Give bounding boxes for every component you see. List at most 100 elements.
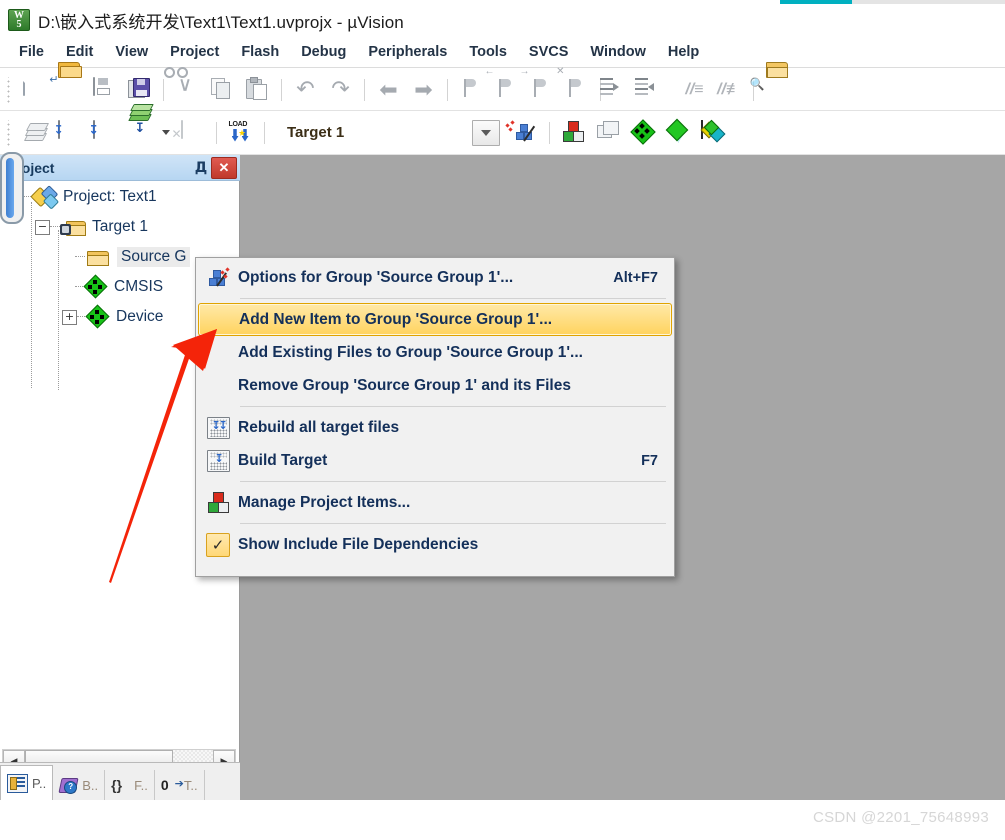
undo-button[interactable]: ↶ — [288, 73, 323, 107]
save-button[interactable] — [87, 73, 122, 107]
build-button[interactable]: ↧ — [52, 116, 87, 150]
tab-templates[interactable]: 0 ➔ T.. — [155, 770, 205, 800]
title-bar: W5 D:\嵌入式系统开发\Text1\Text1.uvprojx - µVis… — [0, 4, 1005, 36]
tree-label: Source G — [117, 247, 191, 267]
app-icon-glyph: W5 — [14, 10, 24, 30]
find-in-files-button[interactable]: 🔍 — [750, 61, 795, 107]
tree-connector — [75, 256, 85, 258]
scrollbar-thumb[interactable] — [6, 158, 14, 218]
load-download-icon: LOAD — [229, 121, 253, 145]
comment-button[interactable]: //≡ — [677, 73, 712, 107]
menu-svcs[interactable]: SVCS — [518, 40, 580, 64]
tree-connector — [50, 226, 60, 228]
menu-item-add-new-item[interactable]: Add New Item to Group 'Source Group 1'..… — [198, 303, 672, 336]
target-selector[interactable]: Target 1 — [281, 119, 500, 146]
menu-item-label: Show Include File Dependencies — [238, 535, 479, 553]
menu-item-add-existing-files[interactable]: Add Existing Files to Group 'Source Grou… — [198, 336, 672, 369]
menu-edit[interactable]: Edit — [55, 40, 104, 64]
menu-item-remove-group[interactable]: Remove Group 'Source Group 1' and its Fi… — [198, 369, 672, 402]
next-bookmark-button[interactable]: → — [520, 66, 559, 107]
tab-project[interactable]: P.. — [0, 765, 54, 800]
navigate-forward-button[interactable]: ➡ — [406, 73, 441, 107]
bookmark-clear-icon: ✕ — [556, 66, 589, 102]
menu-bar: File Edit View Project Flash Debug Perip… — [0, 36, 1005, 68]
magic-wand-icon — [504, 119, 538, 145]
select-software-packs-button[interactable] — [696, 116, 734, 150]
translate-button[interactable] — [17, 116, 52, 150]
tree-label: Target 1 — [92, 218, 149, 235]
stop-build-icon: ✕ — [171, 119, 205, 145]
menu-window[interactable]: Window — [579, 40, 656, 64]
save-all-button[interactable] — [122, 73, 157, 107]
uncomment-button[interactable]: //≢ — [712, 73, 747, 107]
menu-tools[interactable]: Tools — [458, 40, 518, 64]
target-name-value: Target 1 — [287, 124, 345, 141]
menu-item-shortcut: Alt+F7 — [613, 269, 658, 286]
menu-view[interactable]: View — [104, 40, 159, 64]
clear-bookmarks-button[interactable]: ✕ — [556, 66, 594, 107]
project-tab-icon — [7, 773, 28, 793]
build-target-icon: ↧ — [198, 449, 238, 472]
target-options-button[interactable] — [504, 116, 543, 150]
target-dropdown-button[interactable] — [472, 119, 500, 146]
tree-node-project[interactable]: − Project: Text1 — [0, 182, 238, 212]
menu-debug[interactable]: Debug — [290, 40, 357, 64]
magic-wand-icon — [198, 266, 238, 288]
tab-books[interactable]: ? B.. — [53, 770, 106, 800]
comment-lines-icon: //≡ — [685, 80, 704, 98]
menu-item-label: Remove Group 'Source Group 1' and its Fi… — [238, 376, 571, 394]
redo-button[interactable]: ↷ — [323, 73, 358, 107]
manage-project-items-button[interactable] — [556, 116, 591, 150]
menu-help[interactable]: Help — [657, 40, 710, 64]
manage-run-time-button[interactable] — [661, 116, 696, 150]
tab-functions[interactable]: {} F.. — [105, 770, 155, 800]
project-vertical-scrollbar[interactable] — [0, 152, 24, 224]
toolbar-separator — [163, 78, 164, 101]
menu-item-build-target[interactable]: ↧ Build Target F7 — [198, 444, 672, 477]
manage-windows-button[interactable] — [591, 116, 626, 150]
menu-item-label: Add Existing Files to Group 'Source Grou… — [238, 343, 583, 361]
new-file-button[interactable] — [17, 73, 52, 107]
functions-tab-icon: {} — [111, 776, 123, 793]
toolbar-grip[interactable] — [4, 76, 14, 103]
download-button[interactable]: LOAD — [223, 116, 258, 150]
pin-icon[interactable]: Д — [191, 158, 211, 178]
rebuild-button[interactable]: ↧ ↧ — [87, 116, 122, 150]
toolbar-separator — [447, 78, 448, 101]
menu-item-label: Options for Group 'Source Group 1'... — [238, 268, 514, 286]
insert-bookmark-button[interactable] — [454, 73, 489, 107]
stop-build-button[interactable]: ✕ — [171, 116, 210, 150]
tree-node-target[interactable]: − Target 1 — [0, 212, 238, 242]
copy-button[interactable] — [205, 73, 240, 107]
tree-toggle[interactable]: + — [62, 309, 77, 325]
menu-item-manage-project-items[interactable]: Manage Project Items... — [198, 486, 672, 519]
open-file-button[interactable]: ↵ — [49, 61, 87, 107]
close-icon[interactable]: ✕ — [211, 156, 237, 179]
menu-file[interactable]: File — [8, 40, 55, 64]
manage-items-cubes-icon — [562, 120, 586, 145]
menu-item-shortcut: F7 — [641, 452, 658, 469]
cut-button[interactable] — [163, 66, 205, 107]
menu-project[interactable]: Project — [159, 40, 230, 64]
menu-peripherals[interactable]: Peripherals — [357, 40, 458, 64]
menu-item-show-include-file-dependencies[interactable]: ✓ Show Include File Dependencies — [198, 528, 672, 561]
outdent-button[interactable] — [634, 73, 677, 107]
paste-button[interactable] — [240, 73, 275, 107]
folder-icon — [85, 248, 110, 267]
window-title: D:\嵌入式系统开发\Text1\Text1.uvprojx - µVision — [38, 12, 404, 32]
arrow-left-icon: ⬅ — [379, 76, 398, 102]
menu-item-rebuild-all-target-files[interactable]: ↧ ↧ Rebuild all target files — [198, 411, 672, 444]
pack-installer-button[interactable] — [626, 116, 661, 150]
tree-toggle[interactable]: − — [35, 219, 50, 235]
checkbox-checked-icon[interactable]: ✓ — [198, 532, 238, 557]
menu-flash[interactable]: Flash — [230, 40, 290, 64]
open-folder-icon: ↵ — [49, 61, 82, 102]
toolbar-grip[interactable] — [4, 119, 14, 146]
menu-item-options-for-group[interactable]: Options for Group 'Source Group 1'... Al… — [198, 261, 672, 294]
batch-build-button[interactable]: ↧ — [122, 103, 157, 150]
save-all-icon — [127, 77, 152, 102]
navigate-back-button[interactable]: ⬅ — [371, 73, 406, 107]
toolbar-separator — [264, 121, 265, 144]
uncomment-lines-icon: //≢ — [717, 80, 742, 98]
prev-bookmark-button[interactable]: ← — [485, 66, 524, 107]
